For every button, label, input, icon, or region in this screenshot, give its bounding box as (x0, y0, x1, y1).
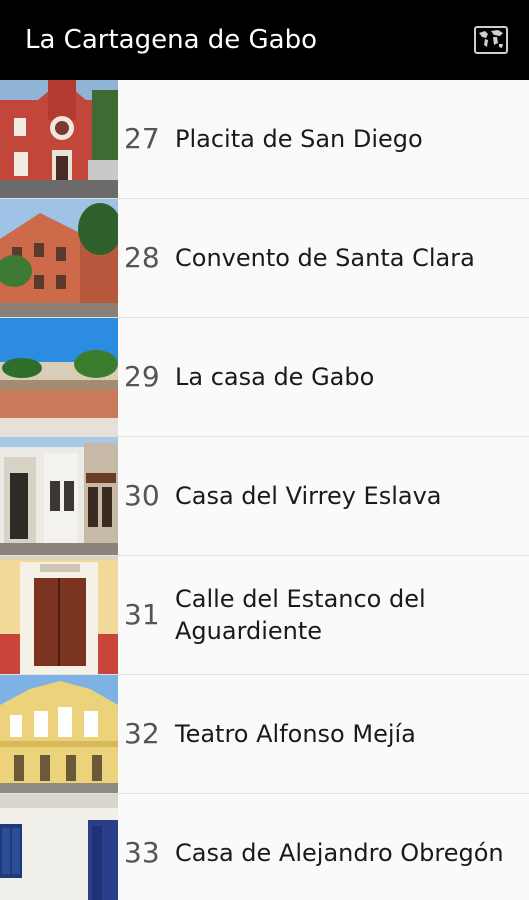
place-thumbnail (0, 794, 118, 900)
place-thumbnail (0, 675, 118, 793)
place-number: 29 (124, 360, 160, 393)
place-number: 33 (124, 836, 160, 869)
list-item[interactable]: 33 Casa de Alejandro Obregón (0, 794, 529, 900)
place-thumbnail (0, 437, 118, 555)
place-name: La casa de Gabo (175, 363, 375, 391)
place-thumbnail (0, 318, 118, 436)
app-title: La Cartagena de Gabo (25, 25, 318, 55)
place-number: 31 (124, 598, 160, 631)
place-thumbnail (0, 199, 118, 317)
place-name: Calle del Estanco del Aguardiente (175, 585, 426, 645)
list-item[interactable]: 32 Teatro Alfonso Mejía (0, 675, 529, 794)
places-list[interactable]: 27 Placita de San Diego 28 Convento de S… (0, 80, 529, 900)
place-number: 32 (124, 717, 160, 750)
place-number: 30 (124, 479, 160, 512)
place-name: Placita de San Diego (175, 125, 423, 153)
place-name: Teatro Alfonso Mejía (175, 720, 416, 748)
place-number: 27 (124, 122, 160, 155)
list-item[interactable]: 27 Placita de San Diego (0, 80, 529, 199)
list-item[interactable]: 31 Calle del Estanco del Aguardiente (0, 556, 529, 675)
map-button[interactable] (471, 20, 511, 60)
list-item[interactable]: 30 Casa del Virrey Eslava (0, 437, 529, 556)
place-thumbnail (0, 556, 118, 674)
list-item[interactable]: 29 La casa de Gabo (0, 318, 529, 437)
world-map-icon (474, 26, 508, 54)
place-thumbnail (0, 80, 118, 198)
place-name: Casa de Alejandro Obregón (175, 839, 504, 867)
place-name: Convento de Santa Clara (175, 244, 475, 272)
place-number: 28 (124, 241, 160, 274)
list-item[interactable]: 28 Convento de Santa Clara (0, 199, 529, 318)
action-bar: La Cartagena de Gabo (0, 0, 529, 80)
place-name: Casa del Virrey Eslava (175, 482, 442, 510)
app-screen: La Cartagena de Gabo 27 Placita de San D… (0, 0, 529, 900)
